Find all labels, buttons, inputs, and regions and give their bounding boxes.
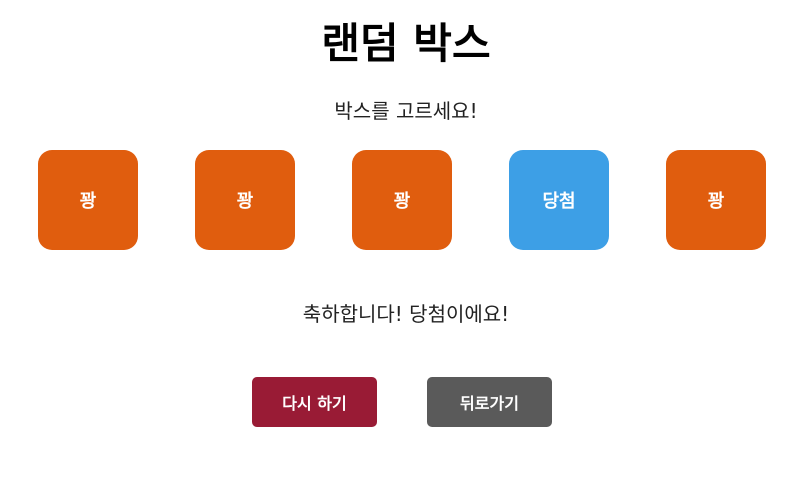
box-4[interactable]: 당첨: [509, 150, 609, 250]
result-message: 축하합니다! 당첨이에요!: [302, 302, 510, 326]
page-title: 랜덤 박스: [321, 19, 491, 68]
retry-button[interactable]: 다시 하기: [252, 377, 377, 427]
box-2[interactable]: 꽝: [195, 150, 295, 250]
box-row: 꽝 꽝 꽝 당첨 꽝: [0, 150, 812, 250]
back-button[interactable]: 뒤로가기: [427, 377, 552, 427]
random-box-page: 랜덤 박스 박스를 고르세요! 꽝 꽝 꽝 당첨 꽝 축하합니다! 당첨이에요!…: [0, 0, 812, 480]
instruction-text: 박스를 고르세요!: [334, 99, 478, 123]
box-1[interactable]: 꽝: [38, 150, 138, 250]
box-5[interactable]: 꽝: [666, 150, 766, 250]
box-3[interactable]: 꽝: [352, 150, 452, 250]
